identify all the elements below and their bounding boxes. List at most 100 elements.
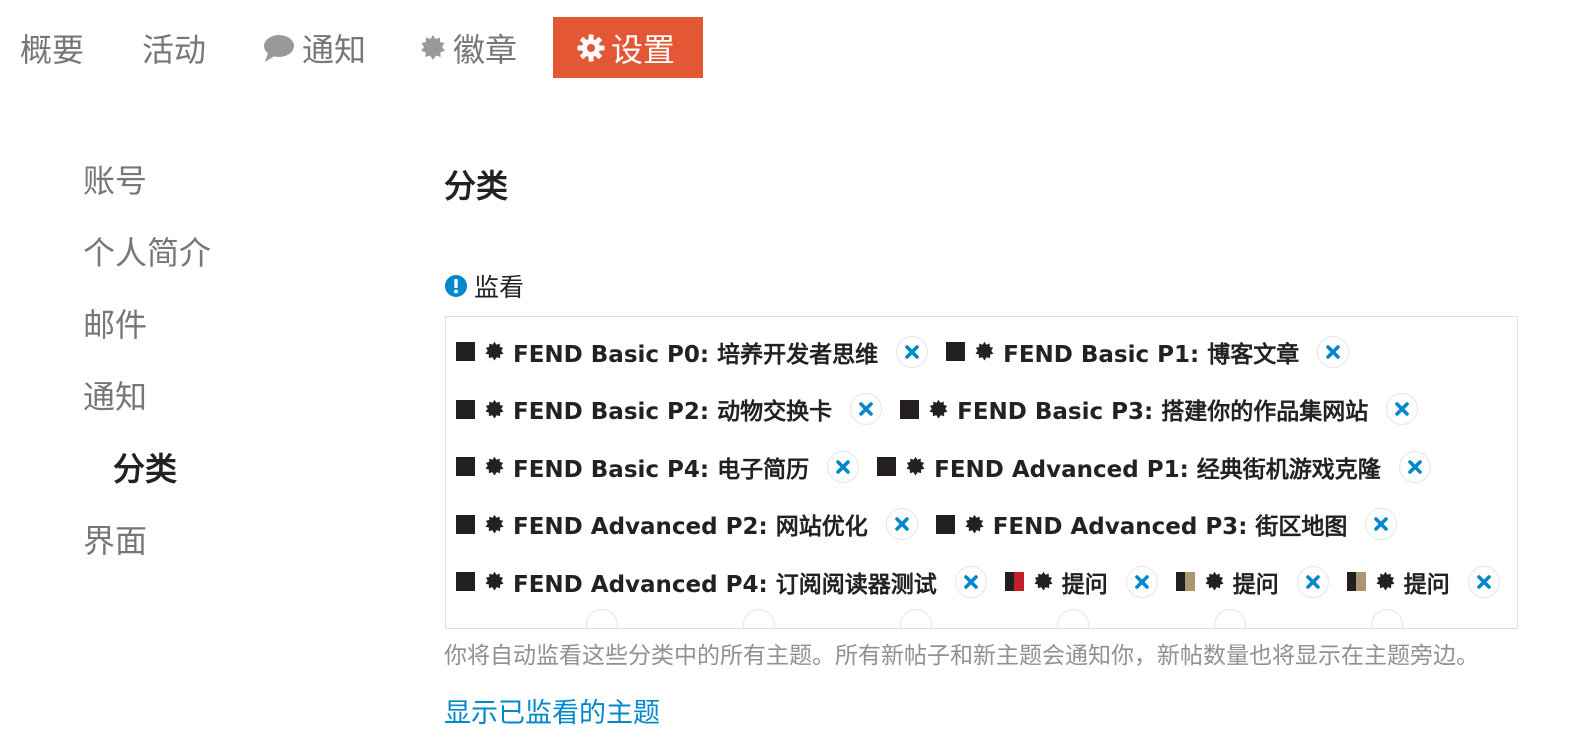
category-chip: FEND Basic P1: 博客文章 — [946, 335, 1350, 369]
category-row: FEND Advanced P2: 网站优化 FEND Advanced P3:… — [456, 496, 1517, 554]
watch-label: 监看 — [444, 268, 524, 304]
category-color-swatch — [456, 514, 475, 534]
close-icon — [1134, 574, 1149, 589]
comment-icon — [262, 33, 296, 63]
category-row-partial — [456, 608, 1517, 628]
category-chip: 提问 — [1346, 565, 1500, 599]
remove-category-button-partial[interactable] — [1057, 608, 1089, 628]
close-icon — [859, 402, 873, 417]
category-color-swatch — [900, 399, 920, 419]
category-color-swatch — [456, 342, 475, 362]
categories-settings-panel: 分类 监看 FEND Basic P0: 培养开发者思维 FEND Basic … — [444, 150, 1534, 729]
close-icon — [963, 574, 978, 589]
category-name: FEND Basic P4: 电子简历 — [513, 456, 810, 483]
remove-category-button[interactable] — [1398, 450, 1431, 483]
remove-category-button-partial[interactable] — [1214, 608, 1246, 628]
category-color-swatch — [935, 514, 955, 534]
category-row: FEND Basic P4: 电子简历 FEND Advanced P1: 经典… — [456, 438, 1517, 496]
remove-category-button[interactable] — [1296, 565, 1329, 598]
remove-category-button[interactable] — [1386, 393, 1419, 426]
category-row: FEND Basic P2: 动物交换卡 FEND Basic P3: 搭建你的… — [456, 381, 1517, 439]
close-icon — [1326, 344, 1341, 359]
certificate-icon — [484, 571, 505, 592]
exclamation-circle-icon — [444, 274, 468, 298]
category-chip: FEND Advanced P3: 街区地图 — [935, 507, 1398, 541]
sub-nav-interface[interactable]: 界面 — [83, 503, 383, 575]
nav-badges[interactable]: 徽章 — [419, 17, 553, 78]
category-chip: FEND Advanced P2: 网站优化 — [456, 507, 918, 541]
certificate-icon — [1033, 571, 1054, 592]
remove-category-button[interactable] — [885, 508, 918, 541]
remove-category-button[interactable] — [1365, 508, 1398, 541]
remove-category-button-partial[interactable] — [743, 608, 775, 628]
certificate-icon — [1375, 571, 1396, 592]
show-watched-topics-link[interactable]: 显示已监看的主题 — [444, 691, 660, 730]
certificate-icon — [484, 341, 505, 362]
certificate-icon — [928, 399, 949, 420]
remove-category-button-partial[interactable] — [586, 608, 618, 628]
nav-summary[interactable]: 概要 — [0, 17, 142, 78]
sub-nav-categories-label: 分类 — [113, 450, 178, 488]
category-name: FEND Basic P1: 博客文章 — [1003, 341, 1300, 368]
remove-category-button[interactable] — [1467, 565, 1500, 598]
page-title: 分类 — [444, 167, 509, 205]
nav-activity[interactable]: 活动 — [142, 17, 262, 78]
category-color-swatch — [877, 457, 897, 477]
sub-nav-interface-label: 界面 — [83, 522, 148, 560]
sub-nav-notifications[interactable]: 通知 — [83, 359, 383, 431]
sub-nav-notifications-label: 通知 — [83, 378, 148, 416]
category-color-swatch — [1175, 572, 1195, 592]
category-chip: FEND Basic P2: 动物交换卡 — [456, 392, 883, 426]
category-chip: FEND Basic P0: 培养开发者思维 — [456, 335, 929, 369]
sub-nav-profile-label: 个人简介 — [83, 234, 212, 272]
gear-icon — [577, 34, 605, 62]
remove-category-button[interactable] — [827, 450, 860, 483]
nav-badges-label: 徽章 — [453, 30, 518, 69]
remove-category-button[interactable] — [850, 393, 883, 426]
certificate-icon — [964, 514, 985, 535]
category-color-swatch — [1004, 572, 1024, 592]
category-chip: FEND Advanced P1: 经典街机游戏克隆 — [877, 450, 1431, 484]
user-top-nav: 概要 活动 通知 徽章 设置 — [0, 17, 703, 78]
settings-sub-nav: 账号 个人简介 邮件 通知 分类 界面 — [83, 143, 383, 575]
certificate-icon — [974, 341, 995, 362]
category-name: 提问 — [1232, 571, 1279, 598]
category-color-swatch — [1346, 572, 1366, 592]
category-name: 提问 — [1403, 571, 1450, 598]
watched-categories-input[interactable]: FEND Basic P0: 培养开发者思维 FEND Basic P1: 博客… — [445, 316, 1518, 629]
category-row: FEND Basic P0: 培养开发者思维 FEND Basic P1: 博客… — [456, 323, 1517, 381]
nav-notifications[interactable]: 通知 — [262, 17, 419, 78]
category-chip: 提问 — [1004, 565, 1158, 599]
category-name: 提问 — [1061, 571, 1108, 598]
watch-description: 你将自动监看这些分类中的所有主题。所有新帖子和新主题会通知你，新帖数量也将显示在… — [444, 643, 1479, 669]
category-name: FEND Advanced P3: 街区地图 — [992, 514, 1348, 541]
certificate-icon — [1204, 571, 1225, 592]
remove-category-button[interactable] — [896, 335, 929, 368]
nav-settings[interactable]: 设置 — [553, 17, 703, 78]
nav-activity-label: 活动 — [142, 30, 207, 69]
sub-nav-categories[interactable]: 分类 — [83, 431, 383, 503]
category-color-swatch — [456, 457, 475, 477]
certificate-icon — [484, 399, 505, 420]
nav-notifications-label: 通知 — [302, 30, 367, 69]
category-chip: 提问 — [1175, 565, 1329, 599]
category-row: FEND Advanced P4: 订阅阅读器测试 提问 提问 提问 — [456, 553, 1517, 611]
certificate-icon — [419, 34, 447, 62]
category-chip: FEND Basic P4: 电子简历 — [456, 450, 860, 484]
category-name: FEND Advanced P4: 订阅阅读器测试 — [513, 571, 937, 598]
category-name: FEND Basic P2: 动物交换卡 — [513, 399, 833, 426]
close-icon — [1374, 517, 1389, 532]
category-chip: FEND Basic P3: 搭建你的作品集网站 — [900, 392, 1419, 426]
close-icon — [1408, 459, 1422, 474]
remove-category-button-partial[interactable] — [1371, 608, 1403, 628]
sub-nav-account-label: 账号 — [83, 162, 148, 200]
category-chip: FEND Advanced P4: 订阅阅读器测试 — [456, 565, 987, 599]
sub-nav-profile[interactable]: 个人简介 — [83, 215, 383, 287]
remove-category-button[interactable] — [1125, 565, 1158, 598]
sub-nav-account[interactable]: 账号 — [83, 143, 383, 215]
remove-category-button[interactable] — [1317, 335, 1350, 368]
remove-category-button[interactable] — [954, 565, 987, 598]
remove-category-button-partial[interactable] — [900, 608, 932, 628]
close-icon — [1476, 574, 1491, 589]
sub-nav-emails[interactable]: 邮件 — [83, 287, 383, 359]
